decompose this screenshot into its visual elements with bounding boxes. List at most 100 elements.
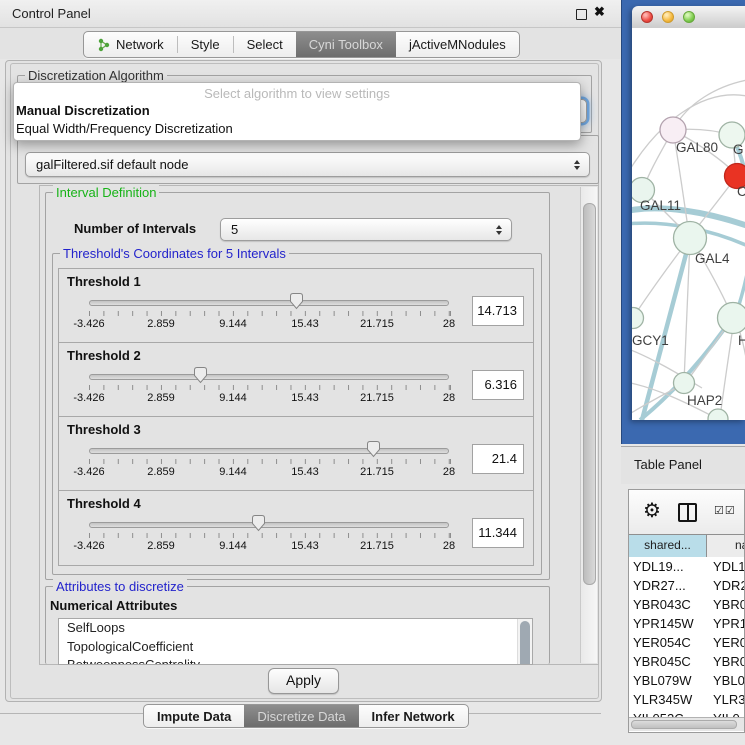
- cell: YDL19...: [629, 557, 708, 576]
- table-header-row: shared... na: [629, 534, 744, 558]
- network-window-titlebar[interactable]: [632, 6, 745, 29]
- attributes-group-label: Attributes to discretize: [53, 579, 187, 594]
- tick-label: 9.144: [219, 466, 247, 478]
- horizontal-scrollbar-thumb[interactable]: [631, 720, 737, 729]
- float-window-icon[interactable]: [576, 9, 587, 20]
- tick-label: -3.426: [73, 466, 104, 478]
- vertical-scrollbar[interactable]: [580, 187, 597, 663]
- top-tabs: Network Style Select Cyni Toolbox jActiv…: [83, 31, 520, 58]
- tick-label: 15.43: [291, 540, 319, 552]
- close-icon[interactable]: ✖: [594, 4, 605, 20]
- network-window: GAL80 G C GAL11 GAL4 GCY1 H HAP2: [632, 6, 745, 420]
- node-label-gcy1: GCY1: [632, 333, 669, 348]
- table-data-group: Table Data galFiltered.sif default node: [17, 135, 599, 184]
- threshold-1-value-field[interactable]: 14.713: [472, 296, 524, 326]
- cell: YPR145W: [629, 614, 708, 633]
- tick-label: -3.426: [73, 318, 104, 330]
- slider-scale: -3.426 2.859 9.144 15.43 21.715 28: [89, 466, 449, 480]
- cell: YBR045C: [629, 652, 708, 671]
- gear-icon[interactable]: ⚙: [643, 498, 661, 523]
- number-of-intervals-combo[interactable]: 5: [220, 218, 512, 241]
- threshold-1-slider-track[interactable]: [89, 300, 449, 306]
- horizontal-scrollbar[interactable]: [629, 717, 744, 731]
- tick-label: 9.144: [219, 540, 247, 552]
- threshold-2-slider-track[interactable]: [89, 374, 449, 380]
- table-data-combo[interactable]: galFiltered.sif default node: [25, 152, 590, 177]
- checkboxes-icon[interactable]: ☑☑: [714, 504, 736, 517]
- table-row[interactable]: YBR045CYBR0: [629, 652, 744, 671]
- cell: YLR3: [708, 690, 744, 709]
- threshold-2-slider-thumb[interactable]: [193, 366, 208, 384]
- threshold-4-slider-track[interactable]: [89, 522, 449, 528]
- slider-ticks: [89, 385, 451, 390]
- node-gal4[interactable]: [674, 222, 707, 255]
- threshold-3-slider-thumb[interactable]: [366, 440, 381, 458]
- interval-definition-group-label: Interval Definition: [53, 185, 159, 200]
- zoom-traffic-light-icon[interactable]: [683, 11, 695, 23]
- table-row[interactable]: YDL19...YDL1: [629, 557, 744, 576]
- node-gcy1[interactable]: [632, 308, 644, 329]
- tab-jactivemnodules[interactable]: jActiveMNodules: [396, 32, 519, 57]
- node-hap2[interactable]: [674, 373, 695, 394]
- discretization-algorithm-group-label: Discretization Algorithm: [25, 68, 167, 83]
- threshold-4-value-field[interactable]: 11.344: [472, 518, 524, 548]
- tab-select[interactable]: Select: [234, 32, 296, 57]
- tick-label: 2.859: [147, 318, 175, 330]
- tick-label: 28: [443, 466, 455, 478]
- table-row[interactable]: YBR043CYBR0: [629, 595, 744, 614]
- threshold-2-panel: Threshold 2 -3.426 2.859 9.144 15.43 21.…: [58, 342, 534, 417]
- control-panel-titlebar: Control Panel ✖: [0, 0, 621, 28]
- table-row[interactable]: YLR345WYLR3: [629, 690, 744, 709]
- table-data-combo-value: galFiltered.sif default node: [36, 157, 188, 172]
- tab-infer-network[interactable]: Infer Network: [359, 705, 468, 727]
- tick-label: 2.859: [147, 466, 175, 478]
- list-scrollbar-thumb[interactable]: [520, 621, 530, 665]
- list-item[interactable]: TopologicalCoefficient: [59, 638, 532, 657]
- vertical-scrollbar-thumb[interactable]: [583, 203, 596, 585]
- threshold-4-panel: Threshold 4 -3.426 2.859 9.144 15.43 21.…: [58, 490, 534, 566]
- close-traffic-light-icon[interactable]: [641, 11, 653, 23]
- tick-label: 15.43: [291, 318, 319, 330]
- tab-discretize-data-label: Discretize Data: [257, 709, 345, 724]
- tick-label: 15.43: [291, 466, 319, 478]
- list-item[interactable]: BetweennessCentrality: [59, 656, 532, 665]
- column-header-name[interactable]: na: [707, 535, 744, 557]
- tab-impute-data[interactable]: Impute Data: [144, 705, 244, 727]
- threshold-1-slider-thumb[interactable]: [289, 292, 304, 310]
- dropdown-option-manual-discretization[interactable]: Manual Discretization: [16, 103, 150, 118]
- table-row[interactable]: YDR27...YDR2: [629, 576, 744, 595]
- tab-discretize-data[interactable]: Discretize Data: [244, 705, 358, 727]
- bottom-tabs: Impute Data Discretize Data Infer Networ…: [143, 704, 469, 728]
- node-label-gal4: GAL4: [695, 251, 730, 266]
- threshold-2-value-field[interactable]: 6.316: [472, 370, 524, 400]
- columns-icon[interactable]: [678, 503, 697, 522]
- list-item[interactable]: SelfLoops: [59, 619, 532, 638]
- minimize-traffic-light-icon[interactable]: [662, 11, 674, 23]
- tick-label: -3.426: [73, 392, 104, 404]
- number-of-intervals-label: Number of Intervals: [74, 221, 196, 236]
- threshold-3-label: Threshold 3: [67, 422, 141, 437]
- table-row[interactable]: YPR145WYPR1: [629, 614, 744, 633]
- algorithm-dropdown-popup: Select algorithm to view settings Manual…: [13, 82, 581, 141]
- table-row[interactable]: YER054CYER0: [629, 633, 744, 652]
- column-header-shared[interactable]: shared...: [629, 535, 707, 557]
- table-toolbar: ⚙ ☑☑: [629, 490, 744, 534]
- node-h[interactable]: [718, 303, 745, 334]
- table-row[interactable]: YBL079WYBL0: [629, 671, 744, 690]
- cell: YBL0: [708, 671, 744, 690]
- threshold-3-value-field[interactable]: 21.4: [472, 444, 524, 474]
- tab-cyni-toolbox[interactable]: Cyni Toolbox: [296, 32, 396, 57]
- tab-style[interactable]: Style: [178, 32, 233, 57]
- network-icon: [97, 38, 111, 52]
- tab-network[interactable]: Network: [84, 32, 177, 57]
- network-canvas[interactable]: GAL80 G C GAL11 GAL4 GCY1 H HAP2: [632, 28, 745, 420]
- threshold-4-slider-thumb[interactable]: [251, 514, 266, 532]
- apply-button[interactable]: Apply: [268, 668, 339, 694]
- threshold-3-slider-track[interactable]: [89, 448, 449, 454]
- tick-label: 9.144: [219, 318, 247, 330]
- list-scrollbar[interactable]: [517, 619, 532, 664]
- dropdown-option-equal-width-frequency[interactable]: Equal Width/Frequency Discretization: [16, 121, 233, 136]
- node-label-g: G: [733, 142, 744, 157]
- node[interactable]: [708, 409, 728, 420]
- cell: YBR0: [708, 595, 744, 614]
